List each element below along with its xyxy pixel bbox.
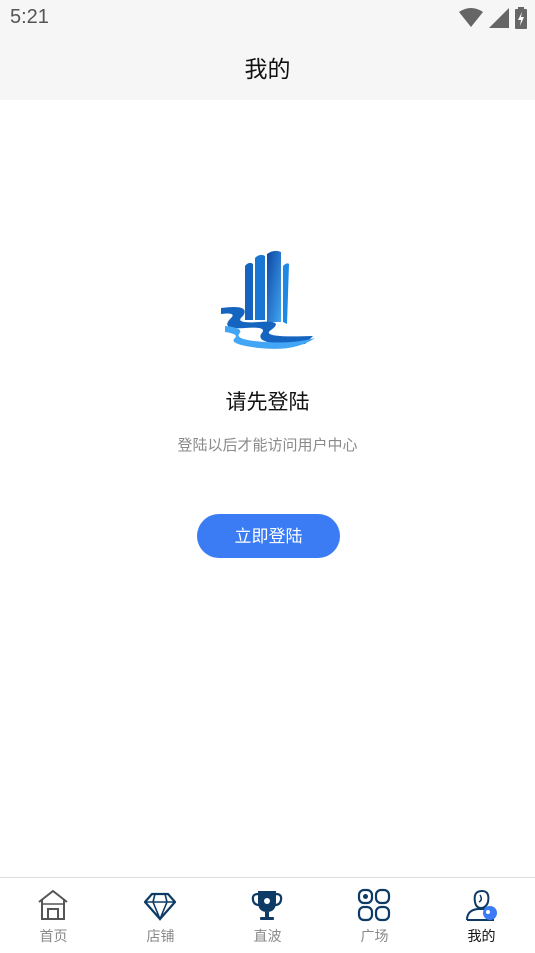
- tab-label: 我的: [467, 929, 496, 945]
- wifi-icon: [459, 8, 483, 27]
- user-icon: [466, 889, 497, 921]
- login-subtitle: 登陆以后才能访问用户中心: [177, 436, 358, 454]
- status-bar: 5:21: [0, 0, 535, 36]
- login-button[interactable]: 立即登陆: [197, 514, 340, 558]
- building-river-logo: [221, 250, 315, 349]
- tab-label: 直波: [253, 929, 282, 945]
- status-icons: [459, 7, 527, 29]
- tab-square[interactable]: 广场: [321, 878, 428, 953]
- status-time: 5:21: [10, 6, 49, 28]
- login-title: 请先登陆: [225, 390, 310, 414]
- tab-live[interactable]: 直波: [214, 878, 321, 953]
- cell-signal-icon: [489, 8, 509, 28]
- tab-mine[interactable]: 我的: [428, 878, 535, 953]
- bottom-tab-bar: 首页 店铺 直波 广场 我的: [0, 877, 535, 953]
- tab-shop[interactable]: 店铺: [107, 878, 214, 953]
- battery-charging-icon: [515, 7, 527, 29]
- home-icon: [38, 889, 68, 920]
- page-title: 我的: [244, 57, 291, 83]
- diamond-icon: [143, 892, 177, 922]
- tab-home[interactable]: 首页: [0, 878, 107, 953]
- page-header: 我的: [0, 36, 535, 100]
- tab-label: 店铺: [146, 929, 175, 945]
- tab-label: 首页: [39, 929, 68, 945]
- tab-label: 广场: [360, 929, 389, 945]
- trophy-icon: [251, 891, 283, 920]
- grid-icon: [357, 888, 391, 922]
